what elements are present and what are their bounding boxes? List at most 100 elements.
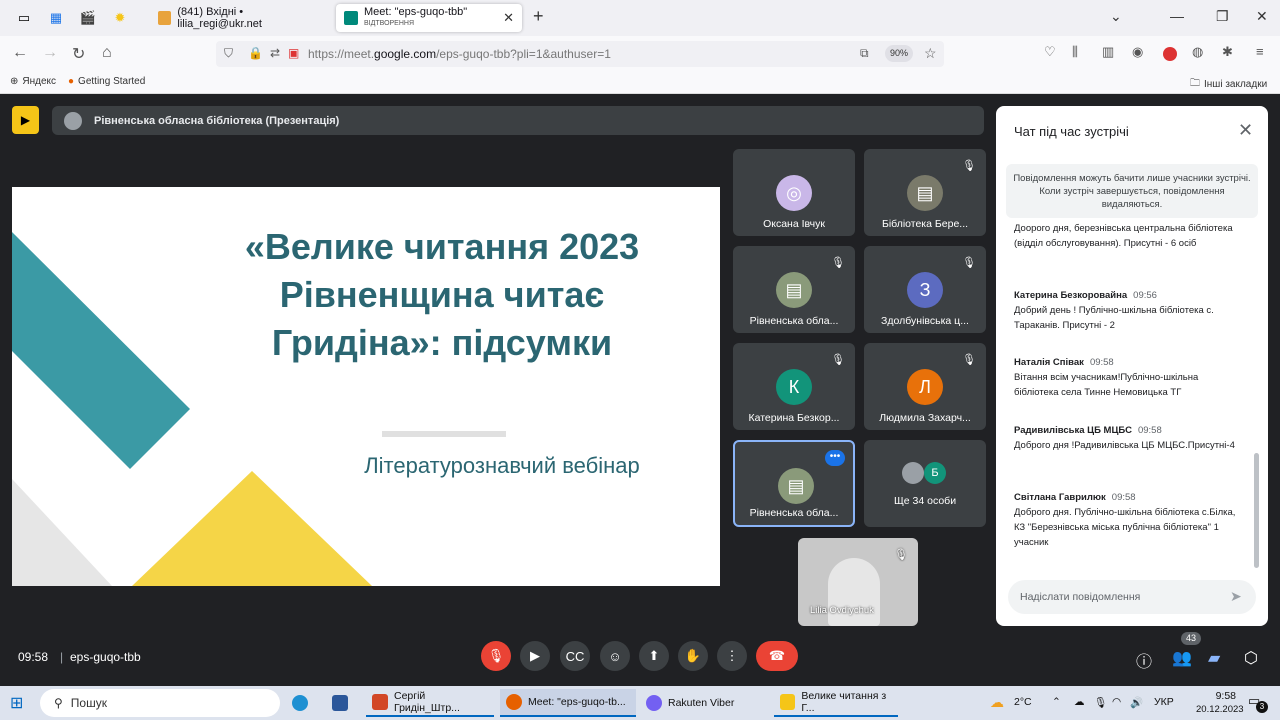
mic-off-button[interactable]: 🎙	[481, 641, 511, 671]
participant-tile[interactable]: ◎ Оксана Івчук	[733, 149, 855, 236]
home-icon[interactable]: ⌂	[102, 44, 112, 62]
present-button[interactable]: ⬆	[639, 641, 669, 671]
minimize-icon[interactable]: —	[1170, 8, 1184, 24]
participant-tile[interactable]: 🎙 К Катерина Безкор...	[733, 343, 855, 430]
raise-hand-button[interactable]: ✋	[678, 641, 708, 671]
send-icon[interactable]: ➤	[1230, 588, 1242, 605]
menu-icon[interactable]: ≡	[1256, 44, 1264, 59]
viber-icon	[646, 695, 662, 711]
close-icon[interactable]: ✕	[1238, 120, 1253, 141]
close-window-icon[interactable]: ✕	[1256, 8, 1268, 25]
presenter-label: Рівненська обласна бібліотека (Презентац…	[94, 114, 340, 127]
zoom-level[interactable]: 90%	[885, 45, 913, 62]
tab-mail[interactable]: (841) Вхідні • lilia_regi@ukr.net	[150, 4, 332, 32]
calendar-icon[interactable]: ▦	[42, 6, 70, 30]
tab-label: (841) Вхідні • lilia_regi@ukr.net	[177, 6, 262, 30]
participant-name: Бібліотека Бере...	[881, 218, 969, 230]
taskbar-edge[interactable]	[286, 689, 320, 717]
tab-meet[interactable]: Meet: "eps-guqo-tbb" ВІДТВОРЕННЯ ✕	[336, 4, 522, 32]
taskbar-app[interactable]: Сергій Гридін_Штр...	[366, 689, 494, 717]
meeting-details-icon[interactable]: ⓘ	[1136, 648, 1152, 672]
participant-tile-selected[interactable]: ••• ▤ Рівненська обла...	[733, 440, 855, 527]
other-bookmarks[interactable]: 🗀 Інші закладки	[1190, 76, 1267, 93]
camera-sharing-icon[interactable]: ▣	[288, 46, 299, 60]
participant-name: Здолбунівська ц...	[881, 315, 969, 327]
chat-icon[interactable]: ▰	[1208, 648, 1220, 668]
avatar: ▤	[907, 175, 943, 211]
vpn-icon[interactable]: ◍	[1192, 44, 1203, 60]
onedrive-icon[interactable]: ☁	[1074, 696, 1085, 708]
url-text[interactable]: https://meet.google.com/eps-guqo-tbb?pli…	[308, 47, 611, 61]
edge-icon	[292, 695, 308, 711]
weather-icon[interactable]: ☁	[990, 694, 1004, 711]
people-icon[interactable]: 👥	[1172, 648, 1192, 668]
search-icon: ⚲	[54, 696, 63, 710]
chat-scrollbar[interactable]	[1254, 453, 1259, 568]
meeting-time: 09:58	[18, 650, 49, 664]
chat-message: Наталія Співак 09:58 Вітання всім учасник…	[1014, 357, 1199, 398]
more-options-icon[interactable]: •••	[825, 450, 845, 466]
taskbar-word[interactable]	[326, 689, 360, 717]
more-options-button[interactable]: ⋮	[717, 641, 747, 671]
shield-icon[interactable]: ⛉	[224, 46, 233, 61]
participant-tile[interactable]: 🎙 З Здолбунівська ц...	[864, 246, 986, 333]
network-icon[interactable]: ◠	[1112, 696, 1121, 708]
close-tab-icon[interactable]: ✕	[503, 10, 514, 26]
forward-icon[interactable]: →	[42, 44, 58, 62]
firefox-view-icon[interactable]: ▭	[10, 6, 38, 30]
self-view-tile[interactable]: 🎙 Lilia Ovdiychuk	[798, 538, 918, 626]
back-icon[interactable]: ←	[12, 44, 28, 62]
participant-name: Рівненська обла...	[749, 507, 839, 519]
lock-icon[interactable]: 🔒	[248, 46, 263, 60]
participant-tile[interactable]: 🎙 Л Людмила Захарч...	[864, 343, 986, 430]
taskbar-app[interactable]: Rakuten Viber	[640, 689, 768, 717]
screenshot-icon[interactable]: ⧉	[860, 46, 869, 61]
bookmark-yandex[interactable]: ⊕ Яндекс	[10, 76, 56, 87]
bookmark-getting-started[interactable]: ● Getting Started	[68, 76, 145, 87]
camera-button[interactable]: ▶	[520, 641, 550, 671]
adblock-icon[interactable]	[1163, 47, 1177, 61]
participant-tile[interactable]: 🎙 ▤ Рівненська обла...	[733, 246, 855, 333]
reload-icon[interactable]: ↻	[72, 44, 85, 64]
permissions-icon[interactable]: ⇄	[270, 46, 280, 60]
firefox-icon	[506, 694, 522, 710]
pocket-icon[interactable]: ♡	[1044, 44, 1056, 60]
muted-mic-icon: 🎙	[831, 354, 845, 366]
temperature[interactable]: 2°C	[1014, 696, 1032, 708]
taskbar-search[interactable]: ⚲ Пошук	[40, 689, 280, 717]
sidebar-icon[interactable]: ▥	[1102, 44, 1114, 60]
taskbar-app[interactable]: Meet: "eps-guqo-tb...	[500, 689, 636, 717]
firefox-icon: ●	[68, 76, 75, 87]
chat-message: Радивилівська ЦБ МЦБС 09:58 Доброго дня !…	[1014, 425, 1235, 451]
more-participants-tile[interactable]: Б Ще 34 особи	[864, 440, 986, 527]
activities-icon[interactable]: ⬡	[1244, 648, 1258, 668]
mail-favicon-icon	[158, 11, 172, 25]
presentation-icon[interactable]: ▶	[12, 106, 39, 134]
account-icon[interactable]: ◉	[1132, 44, 1143, 60]
more-participants-label: Ще 34 особи	[893, 495, 957, 507]
microphone-icon[interactable]: 🎙	[1094, 696, 1107, 709]
taskbar-app[interactable]: Велике читання з Г...	[774, 689, 898, 717]
library-icon[interactable]: ⫼	[1072, 44, 1078, 60]
tray-chevron-icon[interactable]: ⌃	[1052, 696, 1061, 708]
avatar: ▤	[776, 272, 812, 308]
clapper-icon[interactable]: 🎬	[74, 6, 102, 30]
chat-message-input[interactable]: Надіслати повідомлення	[1008, 580, 1256, 614]
leave-call-button[interactable]: ☎	[756, 641, 798, 671]
volume-icon[interactable]: 🔊	[1130, 696, 1143, 709]
captions-button[interactable]: CC	[560, 641, 590, 671]
presenter-bar: Рівненська обласна бібліотека (Презентац…	[52, 106, 984, 135]
sun-icon[interactable]: ✹	[106, 6, 134, 30]
language[interactable]: УКР	[1154, 696, 1174, 708]
list-tabs-icon[interactable]: ⌄	[1110, 8, 1122, 25]
new-tab-button[interactable]: +	[533, 6, 544, 27]
separator: |	[60, 650, 64, 664]
restore-icon[interactable]: ❐	[1216, 8, 1229, 25]
bookmark-star-icon[interactable]: ☆	[924, 45, 937, 62]
participant-tile[interactable]: 🎙 ▤ Бібліотека Бере...	[864, 149, 986, 236]
emoji-button[interactable]: ☺	[600, 641, 630, 671]
word-icon	[332, 695, 348, 711]
extensions-icon[interactable]: ✱	[1222, 44, 1233, 60]
windows-start-icon[interactable]: ⊞	[10, 693, 23, 713]
clock[interactable]: 9:58 20.12.2023	[1196, 689, 1244, 717]
